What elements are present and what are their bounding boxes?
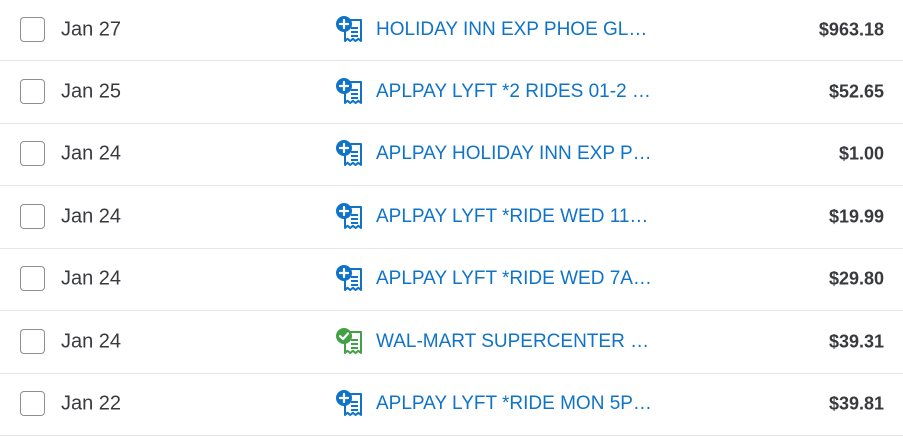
transaction-row[interactable]: Jan 24 WAL-MART SUPERCENTER … $39.31 xyxy=(0,311,903,374)
row-checkbox[interactable] xyxy=(20,203,45,229)
row-checkbox[interactable] xyxy=(20,391,45,417)
receipt-matched-icon[interactable] xyxy=(335,327,364,356)
row-checkbox[interactable] xyxy=(20,78,45,104)
transaction-amount: $39.31 xyxy=(828,331,884,352)
transaction-description-link[interactable]: APLPAY LYFT *RIDE WED 7A… xyxy=(376,268,651,290)
transaction-amount: $29.80 xyxy=(828,268,884,289)
transaction-row[interactable]: Jan 24 APLPAY LYFT *RIDE WED 7A… $29.80 xyxy=(0,249,903,311)
transaction-description-link[interactable]: APLPAY HOLIDAY INN EXP P… xyxy=(376,143,651,165)
transaction-row[interactable]: Jan 25 APLPAY LYFT *2 RIDES 01-2 … $52.6… xyxy=(0,61,903,124)
row-checkbox[interactable] xyxy=(20,17,45,42)
transaction-amount: $52.65 xyxy=(828,81,884,102)
transaction-date: Jan 24 xyxy=(61,330,122,353)
transaction-description-link[interactable]: APLPAY LYFT *2 RIDES 01-2 … xyxy=(376,81,651,103)
receipt-add-icon[interactable] xyxy=(335,202,364,231)
transaction-description-link[interactable]: APLPAY LYFT *RIDE MON 5P… xyxy=(376,393,651,415)
transaction-row[interactable]: Jan 24 APLPAY HOLIDAY INN EXP P… $1.00 xyxy=(0,124,903,186)
transaction-date: Jan 24 xyxy=(61,267,122,290)
transaction-row[interactable]: Jan 22 APLPAY LYFT *RIDE MON 5P… $39.81 xyxy=(0,374,903,436)
row-checkbox[interactable] xyxy=(20,141,45,167)
transaction-row[interactable]: Jan 24 APLPAY LYFT *RIDE WED 11… $19.99 xyxy=(0,186,903,249)
transaction-amount: $39.81 xyxy=(828,393,884,414)
transaction-amount: $1.00 xyxy=(838,143,884,164)
transaction-description-link[interactable]: APLPAY LYFT *RIDE WED 11… xyxy=(376,206,651,228)
receipt-add-icon[interactable] xyxy=(335,264,364,293)
receipt-add-icon[interactable] xyxy=(335,77,364,106)
transaction-date: Jan 25 xyxy=(61,80,122,103)
transaction-date: Jan 24 xyxy=(61,205,122,228)
receipt-add-icon[interactable] xyxy=(335,389,364,418)
transaction-date: Jan 22 xyxy=(61,392,122,415)
receipt-add-icon[interactable] xyxy=(335,139,364,168)
receipt-add-icon[interactable] xyxy=(335,15,364,44)
transaction-description-link[interactable]: HOLIDAY INN EXP PHOE GL… xyxy=(376,19,651,41)
transaction-description-link[interactable]: WAL-MART SUPERCENTER … xyxy=(376,331,651,353)
transaction-list: Jan 27 HOLIDAY INN EXP PHOE GL… $963.18 … xyxy=(0,0,903,436)
transaction-date: Jan 27 xyxy=(61,18,122,41)
transaction-amount: $19.99 xyxy=(828,206,884,227)
row-checkbox[interactable] xyxy=(20,266,45,292)
transaction-date: Jan 24 xyxy=(61,142,122,165)
transaction-row[interactable]: Jan 27 HOLIDAY INN EXP PHOE GL… $963.18 xyxy=(0,0,903,61)
transaction-amount: $963.18 xyxy=(818,19,884,40)
row-checkbox[interactable] xyxy=(20,328,45,354)
